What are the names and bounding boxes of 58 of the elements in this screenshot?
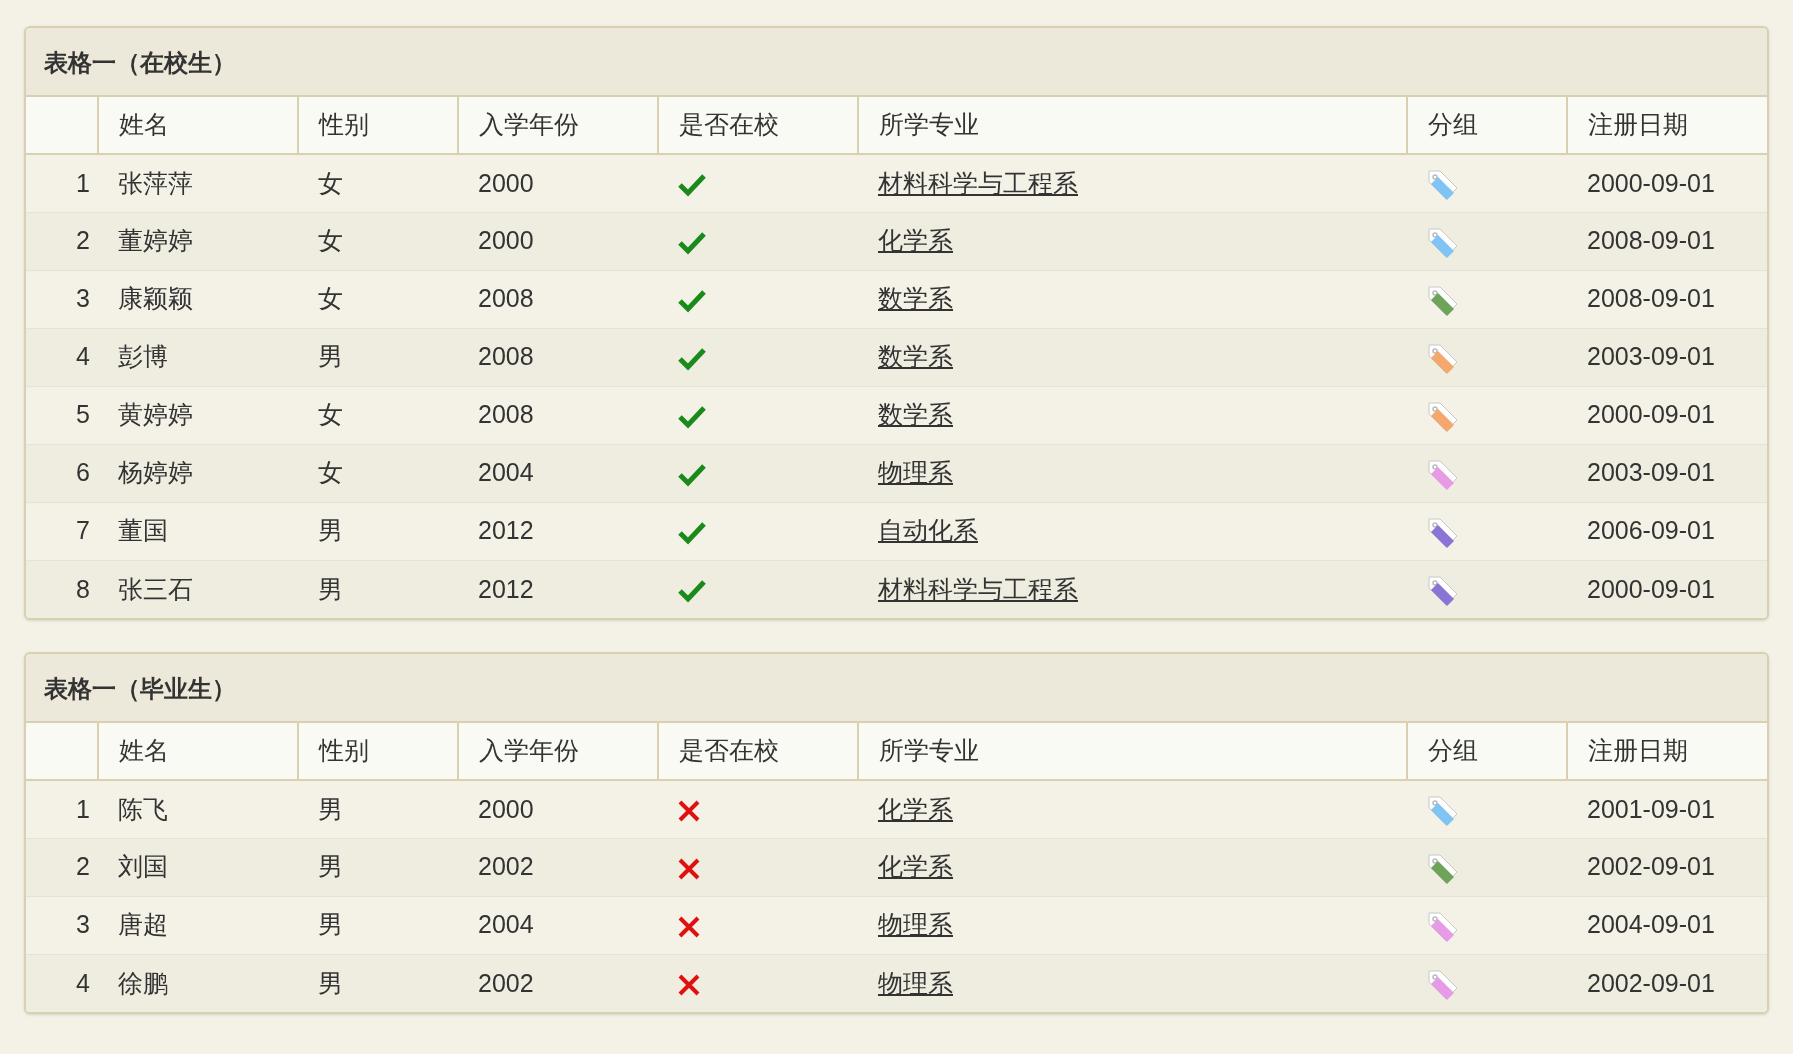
- major-link[interactable]: 化学系: [878, 852, 953, 881]
- column-header: 分组: [1407, 97, 1567, 154]
- year-cell: 2008: [458, 328, 658, 386]
- date-cell: 2002-09-01: [1567, 954, 1767, 1012]
- major-link[interactable]: 材料科学与工程系: [878, 168, 1078, 197]
- year-cell: 2012: [458, 560, 658, 618]
- row-number: 8: [26, 560, 98, 618]
- column-header: 入学年份: [458, 97, 658, 154]
- column-header: 入学年份: [458, 723, 658, 780]
- year-cell: 2004: [458, 444, 658, 502]
- row-number: 4: [26, 328, 98, 386]
- major-link[interactable]: 化学系: [878, 794, 953, 823]
- major-link[interactable]: 数学系: [878, 284, 953, 313]
- major-link[interactable]: 材料科学与工程系: [878, 574, 1078, 603]
- major-link[interactable]: 自动化系: [878, 516, 978, 545]
- column-header: 是否在校: [658, 97, 858, 154]
- year-cell: 2002: [458, 954, 658, 1012]
- gender-cell: 男: [298, 954, 458, 1012]
- column-header: 所学专业: [858, 723, 1407, 780]
- table-title: 表格一（在校生）: [44, 49, 236, 76]
- gender-cell: 男: [298, 838, 458, 896]
- name-cell: 刘国: [98, 838, 298, 896]
- date-cell: 2002-09-01: [1567, 838, 1767, 896]
- date-cell: 2008-09-01: [1567, 212, 1767, 270]
- column-header: 姓名: [98, 97, 298, 154]
- major-link[interactable]: 物理系: [878, 968, 953, 997]
- column-header: 性别: [298, 97, 458, 154]
- name-cell: 彭博: [98, 328, 298, 386]
- column-header: 所学专业: [858, 97, 1407, 154]
- year-cell: 2002: [458, 838, 658, 896]
- name-cell: 张三石: [98, 560, 298, 618]
- column-header: 是否在校: [658, 723, 858, 780]
- row-number: 4: [26, 954, 98, 1012]
- major-link[interactable]: 数学系: [878, 400, 953, 429]
- major-link[interactable]: 物理系: [878, 910, 953, 939]
- major-link[interactable]: 数学系: [878, 342, 953, 371]
- gender-cell: 男: [298, 560, 458, 618]
- major-link[interactable]: 物理系: [878, 458, 953, 487]
- name-cell: 杨婷婷: [98, 444, 298, 502]
- date-cell: 2003-09-01: [1567, 444, 1767, 502]
- row-number: 2: [26, 838, 98, 896]
- date-cell: 2003-09-01: [1567, 328, 1767, 386]
- year-cell: 2000: [458, 212, 658, 270]
- column-header: 姓名: [98, 723, 298, 780]
- column-header: 注册日期: [1567, 97, 1767, 154]
- major-link[interactable]: 化学系: [878, 226, 953, 255]
- column-header: 分组: [1407, 723, 1567, 780]
- table-title: 表格一（毕业生）: [44, 675, 236, 702]
- date-cell: 2000-09-01: [1567, 560, 1767, 618]
- name-cell: 徐鹏: [98, 954, 298, 1012]
- column-header: 注册日期: [1567, 723, 1767, 780]
- name-cell: 董婷婷: [98, 212, 298, 270]
- column-header: 性别: [298, 723, 458, 780]
- row-number: 6: [26, 444, 98, 502]
- gender-cell: 男: [298, 328, 458, 386]
- row-number: 2: [26, 212, 98, 270]
- gender-cell: 女: [298, 212, 458, 270]
- gender-cell: 女: [298, 444, 458, 502]
